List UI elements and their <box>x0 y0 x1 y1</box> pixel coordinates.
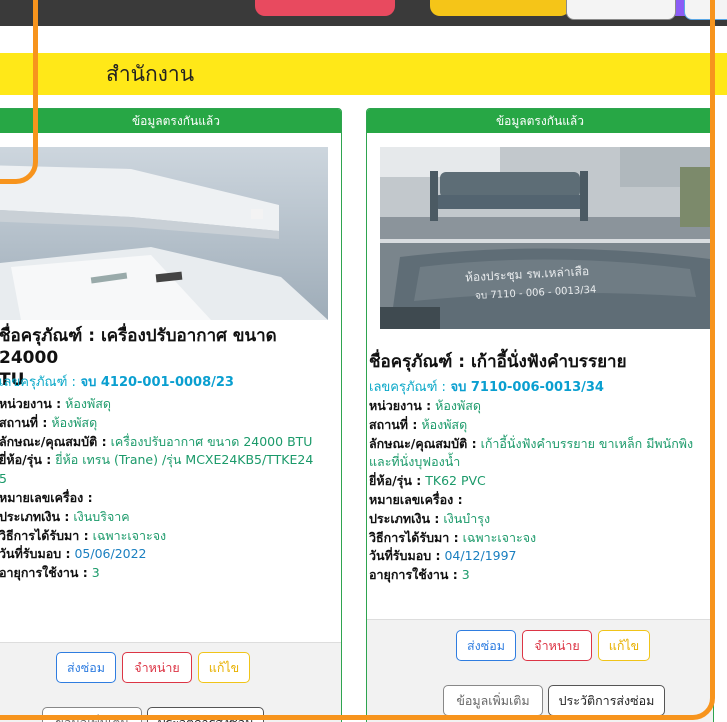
detail-label: อายุการใช้งาน : <box>369 567 458 583</box>
toolbar-button-red[interactable] <box>255 0 395 16</box>
repair-history-button[interactable]: ประวัติการส่งซ่อม <box>147 707 264 722</box>
detail-value: เงินบำรุง <box>443 510 491 526</box>
detail-label: วันที่รับมอบ : <box>369 548 441 564</box>
asset-details: หน่วยงาน : ห้องพัสดุ สถานที่ : ห้องพัสดุ… <box>0 395 339 583</box>
detail-value: เฉพาะเจาะจง <box>92 527 167 543</box>
detail-value: ห้องพัสดุ <box>421 416 468 432</box>
top-toolbar <box>0 0 727 26</box>
asset-name-value: เก้าอี้นั่งฟังคำบรรยาย <box>470 352 627 372</box>
detail-value: เก้าอี้นั่งฟังคำบรรยาย ขาเหล็ก มีพนักพิง <box>480 435 694 451</box>
detail-label: ยี่ห้อ/รุ่น : <box>0 452 52 468</box>
card-status-header: ข้อมูลตรงกันแล้ว <box>0 109 341 133</box>
detail-value: 3 <box>91 565 100 581</box>
asset-code-value: จบ 7110-006-0013/34 <box>450 380 604 395</box>
detail-row: สถานที่ : ห้องพัสดุ <box>369 416 713 435</box>
detail-row: วิธีการได้รับมา : เฉพาะเจาะจง <box>369 529 713 548</box>
detail-label: ลักษณะ/คุณสมบัติ : <box>369 435 477 451</box>
more-info-button[interactable]: ข้อมูลเพิ่มเติม <box>443 685 543 716</box>
repair-button[interactable]: ส่งซ่อม <box>56 652 116 683</box>
detail-label: ประเภทเงิน : <box>0 508 70 524</box>
asset-card-2: ข้อมูลตรงกันแล้ว ห้องประชุม รพ.เหล่าเสือ… <box>366 108 714 722</box>
detail-row: ประเภทเงิน : เงินบำรุง <box>369 510 713 529</box>
detail-label: วิธีการได้รับมา : <box>0 527 89 543</box>
detail-label: ประเภทเงิน : <box>369 510 440 526</box>
detail-value: เครื่องปรับอากาศ ขนาด 24000 BTU <box>110 433 313 449</box>
toolbar-outline-button[interactable] <box>566 0 676 20</box>
detail-row: หน่วยงาน : ห้องพัสดุ <box>0 395 339 414</box>
asset-details: หน่วยงาน : ห้องพัสดุ สถานที่ : ห้องพัสดุ… <box>369 397 713 585</box>
detail-row: หมายเลขเครื่อง : <box>0 489 339 508</box>
toolbar-button-yellow[interactable] <box>430 0 570 16</box>
more-info-button[interactable]: ข้อมูลเพิ่มเติม <box>42 707 142 722</box>
card-actions: ส่งซ่อม จำหน่าย แก้ไข ข้อมูลเพิ่มเติม ปร… <box>367 619 713 722</box>
detail-value: และที่นั่งบุฟองน้ำ <box>369 454 461 470</box>
card-status-label: ข้อมูลตรงกันแล้ว <box>131 113 221 128</box>
detail-label: หน่วยงาน : <box>369 398 432 413</box>
detail-row: ลักษณะ/คุณสมบัติ : เครื่องปรับอากาศ ขนาด… <box>0 433 339 452</box>
card-status-label: ข้อมูลตรงกันแล้ว <box>495 113 585 128</box>
detail-value: เงินบริจาค <box>73 508 130 524</box>
detail-row: อายุการใช้งาน : 3 <box>0 564 339 583</box>
dispose-button[interactable]: จำหน่าย <box>522 630 592 661</box>
asset-photo[interactable] <box>0 147 328 320</box>
detail-label: ยี่ห้อ/รุ่น : <box>369 473 422 489</box>
section-title: สำนักงาน <box>106 61 195 86</box>
detail-row: วิธีการได้รับมา : เฉพาะเจาะจง <box>0 527 339 546</box>
edit-button[interactable]: แก้ไข <box>598 630 650 661</box>
air-conditioner-photo <box>0 147 328 320</box>
detail-value: 04/12/1997 <box>444 548 517 564</box>
repair-button[interactable]: ส่งซ่อม <box>456 630 516 661</box>
detail-label: วิธีการได้รับมา : <box>369 529 459 545</box>
detail-value: ห้องพัสดุ <box>435 398 481 413</box>
detail-label: อายุการใช้งาน : <box>0 565 88 581</box>
page: สำนักงาน ข้อมูลตรงกันแล้ว ชื่อครุภัณฑ์:… <box>0 0 727 722</box>
detail-row: 5 <box>0 470 339 489</box>
asset-name-label: ชื่อครุภัณฑ์ : <box>0 326 96 346</box>
detail-label: หมายเลขเครื่อง : <box>369 491 463 507</box>
asset-name-label: ชื่อครุภัณฑ์ : <box>369 352 466 372</box>
detail-label: หมายเลขเครื่อง : <box>0 489 93 505</box>
asset-card-1: ข้อมูลตรงกันแล้ว ชื่อครุภัณฑ์ : เครื่องป… <box>0 108 342 722</box>
asset-code-value: จบ 4120-001-0008/23 <box>80 375 234 390</box>
asset-code: เลขครุภัณฑ์ : จบ 4120-001-0008/23 <box>0 371 234 392</box>
card-status-header: ข้อมูลตรงกันแล้ว <box>367 109 713 133</box>
detail-row: อายุการใช้งาน : 3 <box>369 566 713 585</box>
detail-row: สถานที่ : ห้องพัสดุ <box>0 414 339 433</box>
detail-label: หน่วยงาน : <box>0 396 62 411</box>
detail-row: ยี่ห้อ/รุ่น : ยี่ห้อ เทรน (Trane) /รุ่น … <box>0 451 339 470</box>
asset-name: ชื่อครุภัณฑ์ : เก้าอี้นั่งฟังคำบรรยาย <box>369 351 709 373</box>
section-banner: สำนักงาน <box>0 53 727 95</box>
edit-button[interactable]: แก้ไข <box>198 652 250 683</box>
detail-row: หมายเลขเครื่อง : <box>369 491 713 510</box>
detail-value: 3 <box>461 567 470 583</box>
detail-value: 5 <box>0 471 7 486</box>
detail-label: สถานที่ : <box>369 416 418 432</box>
dispose-button[interactable]: จำหน่าย <box>122 652 192 683</box>
detail-label: วันที่รับมอบ : <box>0 546 71 562</box>
detail-row: ลักษณะ/คุณสมบัติ : เก้าอี้นั่งฟังคำบรรยา… <box>369 435 713 454</box>
detail-label: สถานที่ : <box>0 414 48 430</box>
detail-value: เฉพาะเจาะจง <box>462 529 537 545</box>
detail-value: ห้องพัสดุ <box>65 396 111 411</box>
detail-row: ยี่ห้อ/รุ่น : TK62 PVC <box>369 472 713 491</box>
repair-history-button[interactable]: ประวัติการส่งซ่อม <box>548 685 665 716</box>
detail-value: TK62 PVC <box>425 473 486 489</box>
detail-value: 05/06/2022 <box>74 546 147 562</box>
detail-value: ห้องพัสดุ <box>51 414 98 430</box>
card-actions: ส่งซ่อม จำหน่าย แก้ไข ข้อมูลเพิ่มเติม ปร… <box>0 642 341 722</box>
asset-code-label: เลขครุภัณฑ์ : <box>0 375 76 390</box>
detail-value: ยี่ห้อ เทรน (Trane) /รุ่น MCXE24KB5/TTKE… <box>55 452 314 468</box>
detail-row: และที่นั่งบุฟองน้ำ <box>369 453 713 472</box>
detail-row: วันที่รับมอบ : 05/06/2022 <box>0 545 339 564</box>
chair-photo: ห้องประชุม รพ.เหล่าเสือ จบ 7110 - 006 - … <box>380 147 713 329</box>
detail-row: วันที่รับมอบ : 04/12/1997 <box>369 547 713 566</box>
toolbar-outline-button-2[interactable] <box>684 0 727 20</box>
asset-code-label: เลขครุภัณฑ์ : <box>369 380 446 395</box>
detail-row: หน่วยงาน : ห้องพัสดุ <box>369 397 713 416</box>
detail-row: ประเภทเงิน : เงินบริจาค <box>0 508 339 527</box>
detail-label: ลักษณะ/คุณสมบัติ : <box>0 433 107 449</box>
asset-code: เลขครุภัณฑ์ : จบ 7110-006-0013/34 <box>369 376 604 397</box>
asset-photo[interactable]: ห้องประชุม รพ.เหล่าเสือ จบ 7110 - 006 - … <box>380 147 713 329</box>
